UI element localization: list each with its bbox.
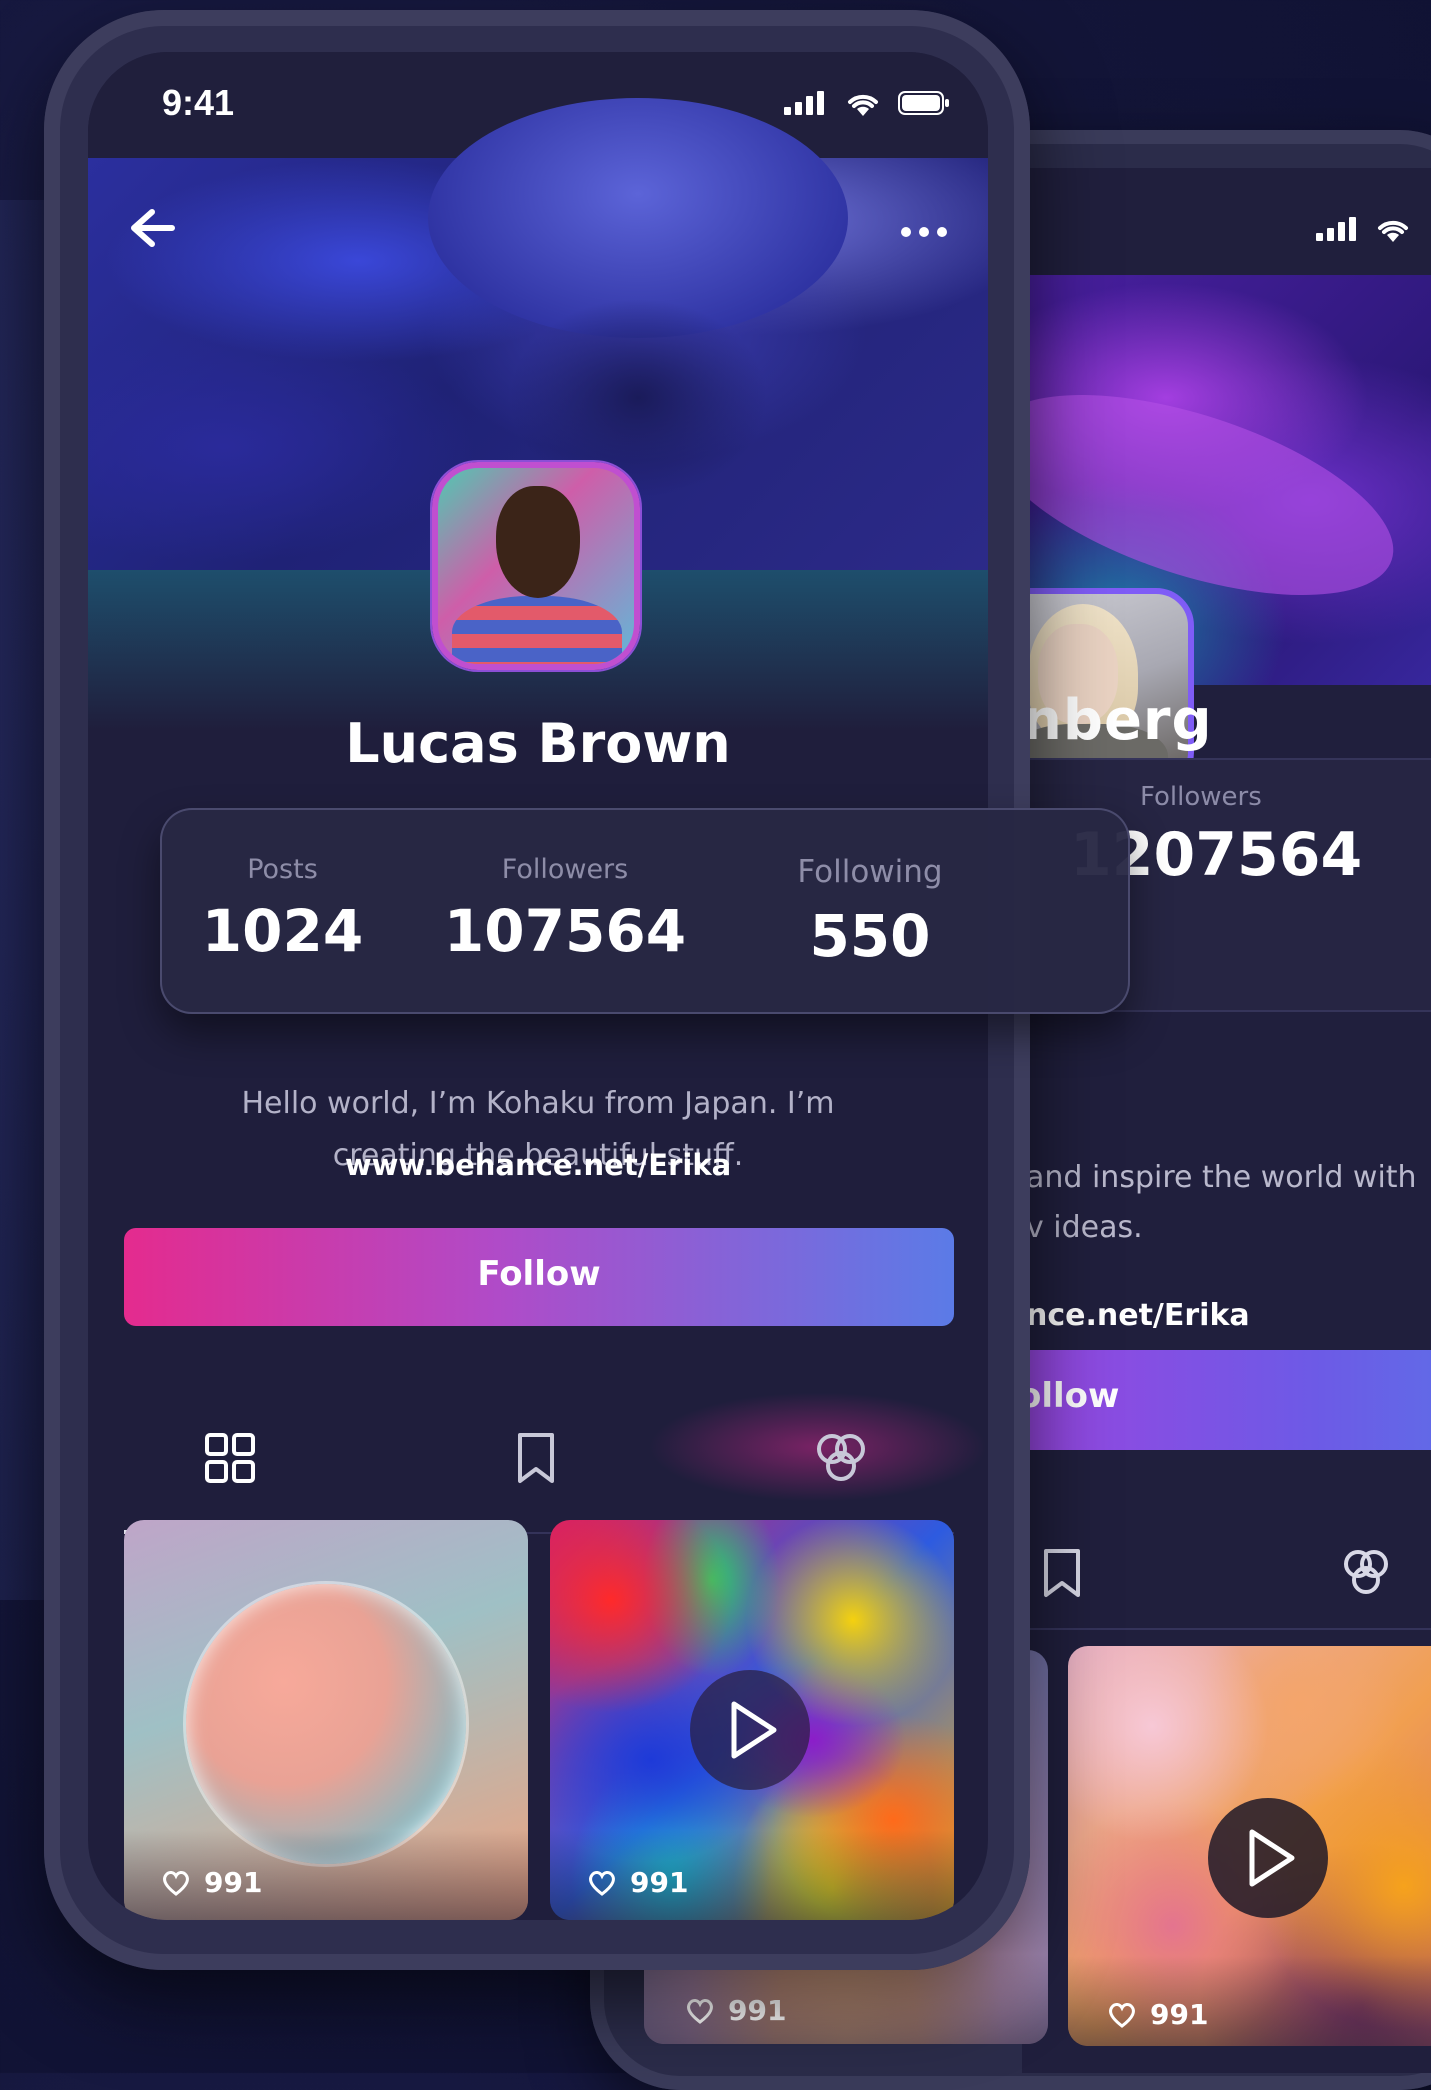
likes-count: 991 — [1108, 1998, 1208, 2031]
likes-count: 991 — [588, 1866, 688, 1899]
avatar[interactable] — [432, 462, 640, 670]
stat-following[interactable]: Following 550 — [725, 808, 1015, 970]
back-status-icons — [1316, 216, 1410, 242]
stat-followers[interactable]: Followers 107564 — [405, 808, 725, 965]
bookmark-icon[interactable] — [516, 1432, 556, 1484]
back-tab-bar — [1022, 1508, 1431, 1630]
stat-value: 550 — [809, 902, 931, 970]
collab-icon[interactable] — [814, 1432, 868, 1484]
likes-value: 991 — [630, 1866, 689, 1899]
stat-value: 107564 — [443, 897, 687, 965]
status-icons — [784, 90, 950, 116]
likes-value: 991 — [204, 1866, 263, 1899]
profile-link[interactable]: www.behance.net/Erika — [88, 1148, 988, 1182]
likes-value: 991 — [1150, 1998, 1209, 2031]
heart-icon[interactable] — [686, 1998, 714, 2024]
status-time: 9:41 — [162, 82, 235, 123]
play-icon[interactable] — [690, 1670, 810, 1790]
back-arrow-icon[interactable] — [130, 208, 176, 248]
post-image — [186, 1584, 466, 1864]
back-follow-label: ollow — [1022, 1376, 1120, 1416]
back-phone-screen: nberg Followers 1207564 and inspire the … — [1022, 168, 1431, 2073]
more-options-icon[interactable] — [900, 226, 948, 238]
likes-count: 991 — [686, 1994, 786, 2027]
stat-label: Posts — [247, 854, 318, 885]
post-tile[interactable]: 991 — [550, 1520, 954, 1920]
profile-name: Lucas Brown — [345, 712, 731, 775]
back-profile-link[interactable]: nce.net/Erika — [1026, 1298, 1250, 1333]
stat-label: Following — [797, 854, 943, 890]
battery-icon — [898, 91, 949, 115]
heart-icon[interactable] — [1108, 2002, 1136, 2028]
bio-line: Hello world, I’m Kohaku from Japan. I’m — [241, 1086, 835, 1121]
stats-card: Posts 1024 Followers 107564 Following 55… — [160, 808, 1130, 1014]
bookmark-icon[interactable] — [1042, 1548, 1082, 1598]
heart-icon[interactable] — [162, 1870, 190, 1896]
signal-icon — [1316, 217, 1356, 241]
back-bio-line: and inspire the world with — [1026, 1160, 1417, 1195]
back-followers-label: Followers — [1140, 782, 1262, 812]
stat-posts[interactable]: Posts 1024 — [160, 808, 405, 965]
back-post-tile[interactable]: 991 — [1068, 1646, 1431, 2046]
heart-icon[interactable] — [588, 1870, 616, 1896]
wifi-icon — [1378, 220, 1408, 242]
collab-icon[interactable] — [1340, 1548, 1392, 1598]
back-follow-button[interactable]: ollow — [1022, 1350, 1431, 1450]
grid-icon[interactable] — [204, 1432, 256, 1484]
back-profile-name: nberg — [1022, 688, 1213, 753]
likes-value: 991 — [728, 1994, 787, 2027]
back-bio-line: v ideas. — [1026, 1210, 1143, 1245]
likes-count: 991 — [162, 1866, 262, 1899]
follow-button[interactable]: Follow — [124, 1228, 954, 1326]
stat-label: Followers — [501, 854, 629, 885]
play-icon[interactable] — [1208, 1798, 1328, 1918]
signal-icon — [784, 91, 824, 115]
back-bio: and inspire the world with v ideas. — [1026, 1153, 1417, 1253]
stat-value: 1024 — [201, 897, 364, 965]
follow-button-label: Follow — [477, 1254, 601, 1294]
post-tile[interactable]: 991 — [124, 1520, 528, 1920]
wifi-icon — [848, 94, 878, 116]
tab-bar — [124, 1384, 954, 1534]
